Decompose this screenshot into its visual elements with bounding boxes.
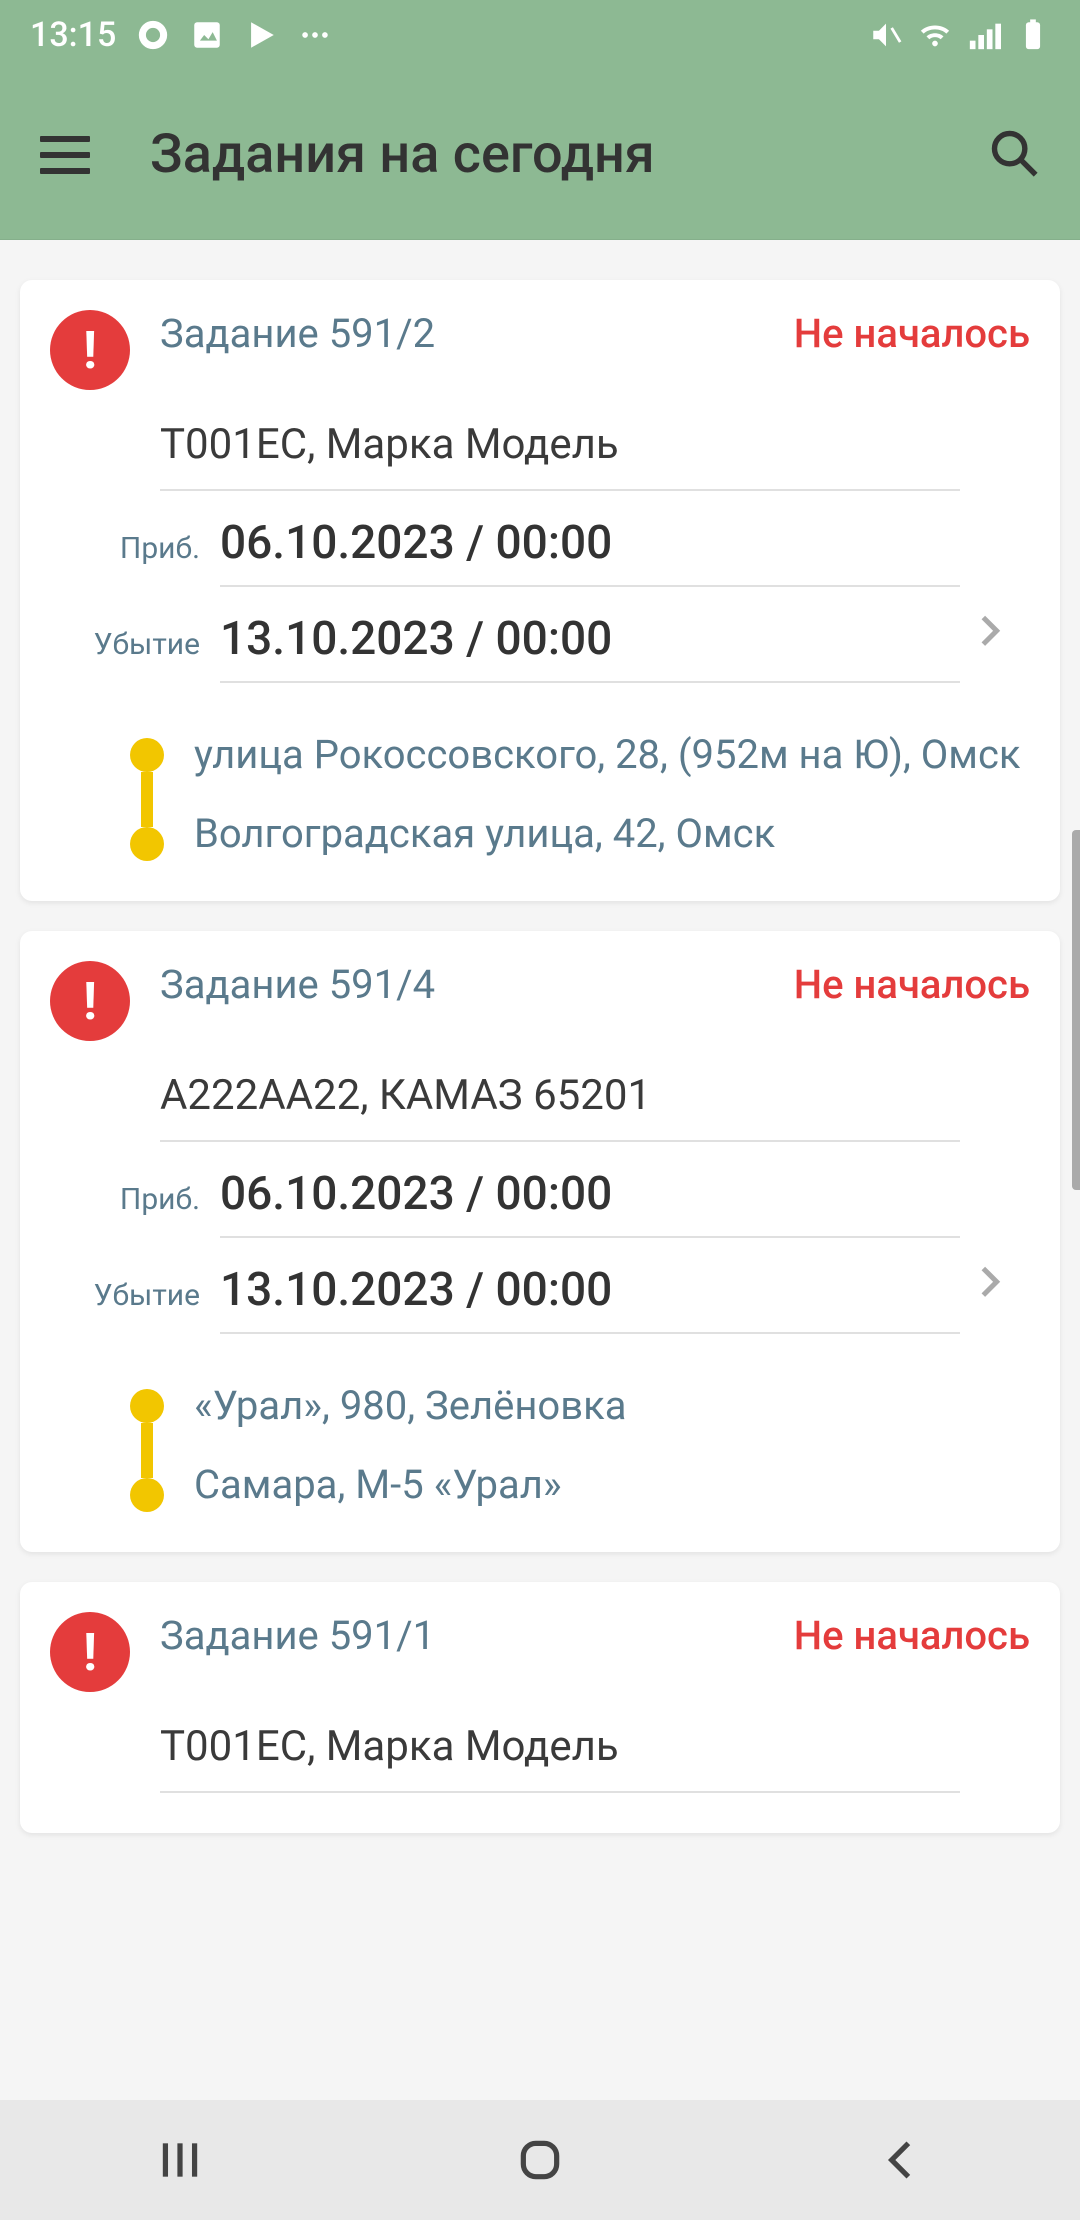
- task-card[interactable]: ! Задание 591/4 Не началось А222АА22, КА…: [20, 931, 1060, 1552]
- task-list: ! Задание 591/2 Не началось Т001ЕС, Марк…: [0, 240, 1080, 2100]
- task-title: Задание 591/2: [160, 310, 435, 357]
- route-from: улица Рокоссовского, 28, (952м на Ю), Ом…: [194, 728, 1030, 782]
- signal-icon: [967, 18, 1001, 52]
- battery-icon: [1016, 18, 1050, 52]
- alert-icon: !: [50, 310, 130, 390]
- task-title: Задание 591/4: [160, 961, 435, 1008]
- more-icon: [298, 18, 332, 52]
- departure-label: Убытие: [50, 1278, 220, 1313]
- vehicle-info: А222АА22, КАМАЗ 65201: [160, 1071, 960, 1142]
- play-icon: [244, 18, 278, 52]
- task-card[interactable]: ! Задание 591/1 Не началось Т001ЕС, Марк…: [20, 1582, 1060, 1833]
- alert-icon: !: [50, 961, 130, 1041]
- task-status: Не началось: [794, 310, 1030, 357]
- arrival-value: 06.10.2023 / 00:00: [220, 1167, 960, 1238]
- task-card[interactable]: ! Задание 591/2 Не началось Т001ЕС, Марк…: [20, 280, 1060, 901]
- task-title: Задание 591/1: [160, 1612, 435, 1659]
- scrollbar[interactable]: [1072, 830, 1080, 1190]
- route-line-icon: [130, 1379, 164, 1512]
- chevron-right-icon[interactable]: [970, 1256, 1010, 1314]
- status-bar: 13:15: [0, 0, 1080, 70]
- vehicle-info: Т001ЕС, Марка Модель: [160, 420, 960, 491]
- back-button[interactable]: [870, 2130, 930, 2190]
- alert-icon: !: [50, 1612, 130, 1692]
- notification-icon: [136, 18, 170, 52]
- page-title: Задания на сегодня: [150, 123, 928, 186]
- arrival-label: Приб.: [50, 531, 220, 566]
- vehicle-info: Т001ЕС, Марка Модель: [160, 1722, 960, 1793]
- route-section: улица Рокоссовского, 28, (952м на Ю), Ом…: [130, 728, 1030, 861]
- gallery-icon: [190, 18, 224, 52]
- clock: 13:15: [30, 15, 116, 55]
- route-to: Волгоградская улица, 42, Омск: [194, 807, 1030, 861]
- mute-icon: [869, 18, 903, 52]
- departure-value: 13.10.2023 / 00:00: [220, 612, 960, 683]
- home-button[interactable]: [510, 2130, 570, 2190]
- menu-icon[interactable]: [40, 136, 90, 174]
- nav-bar: [0, 2100, 1080, 2220]
- departure-label: Убытие: [50, 627, 220, 662]
- arrival-value: 06.10.2023 / 00:00: [220, 516, 960, 587]
- search-icon[interactable]: [988, 127, 1040, 183]
- route-line-icon: [130, 728, 164, 861]
- route-to: Самара, М-5 «Урал»: [194, 1458, 1030, 1512]
- task-status: Не началось: [794, 1612, 1030, 1659]
- chevron-right-icon[interactable]: [970, 605, 1010, 663]
- route-section: «Урал», 980, Зелёновка Самара, М-5 «Урал…: [130, 1379, 1030, 1512]
- app-bar: Задания на сегодня: [0, 70, 1080, 240]
- task-status: Не началось: [794, 961, 1030, 1008]
- arrival-label: Приб.: [50, 1182, 220, 1217]
- departure-value: 13.10.2023 / 00:00: [220, 1263, 960, 1334]
- route-from: «Урал», 980, Зелёновка: [194, 1379, 1030, 1433]
- recent-apps-button[interactable]: [150, 2130, 210, 2190]
- wifi-icon: [918, 18, 952, 52]
